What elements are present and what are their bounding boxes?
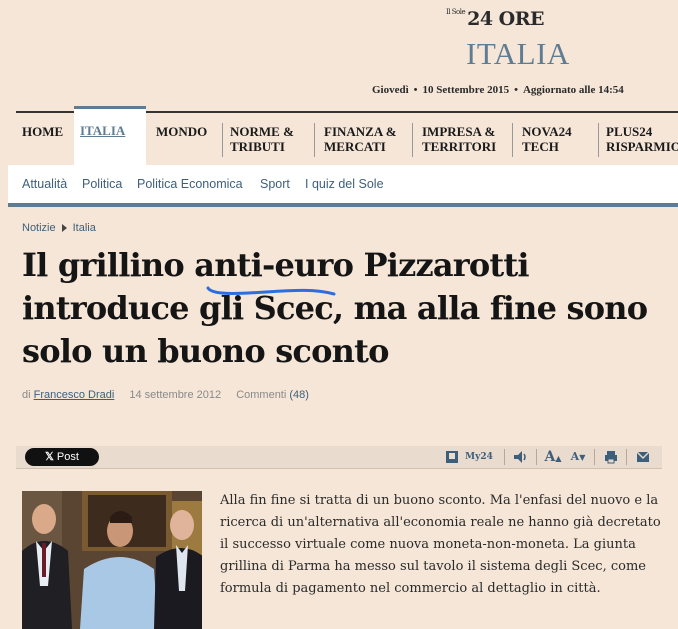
font-decrease-icon[interactable]: A▼ bbox=[568, 448, 588, 466]
nav-item-mondo[interactable]: MONDO bbox=[150, 113, 220, 167]
dateline-separator: • bbox=[514, 84, 518, 96]
nav-divider bbox=[512, 123, 513, 157]
article-photo[interactable] bbox=[22, 491, 202, 629]
toolbar-divider bbox=[504, 449, 505, 465]
nav-label: NORME & TRIBUTI bbox=[230, 124, 294, 154]
breadcrumb-arrow-icon bbox=[61, 224, 67, 233]
toolbar-divider bbox=[594, 449, 595, 465]
article-photo-image bbox=[22, 491, 202, 629]
print-icon[interactable] bbox=[602, 448, 620, 466]
nav-item-norme-tributi[interactable]: NORME & TRIBUTI bbox=[224, 113, 310, 167]
nav-divider bbox=[598, 123, 599, 157]
dateline-date: 10 Settembre 2015 bbox=[422, 84, 510, 96]
nav-item-home[interactable]: HOME bbox=[16, 113, 70, 167]
nav-divider bbox=[412, 123, 413, 157]
subnav-item-politica[interactable]: Politica bbox=[82, 177, 122, 191]
site-logo[interactable]: Il Sole 24 ORE bbox=[446, 8, 545, 30]
toolbar-divider bbox=[626, 449, 627, 465]
font-decrease-label: A bbox=[570, 450, 580, 463]
x-logo-icon: 𝕏 bbox=[45, 451, 54, 463]
nav-item-plus24-risparmio[interactable]: PLUS24 RISPARMIO bbox=[600, 113, 678, 167]
article-headline: Il grillino anti-euro Pizzarotti introdu… bbox=[22, 246, 648, 370]
byline-prefix: di bbox=[22, 389, 31, 401]
dateline: Giovedì • 10 Settembre 2015 • Aggiornato all… bbox=[372, 84, 624, 96]
nav-divider bbox=[314, 123, 315, 157]
nav-label: HOME bbox=[22, 124, 64, 139]
section-title: ITALIA bbox=[466, 36, 570, 71]
nav-label: MONDO bbox=[156, 124, 208, 139]
nav-label: FINANZA & MERCATI bbox=[324, 124, 397, 154]
nav-label: PLUS24 RISPARMIO bbox=[606, 124, 678, 154]
mail-icon[interactable] bbox=[634, 448, 652, 466]
subnav-item-attualita[interactable]: Attualità bbox=[22, 177, 67, 191]
breadcrumb-item-italia[interactable]: Italia bbox=[73, 222, 96, 234]
nav-item-finanza-mercati[interactable]: FINANZA & MERCATI bbox=[318, 113, 408, 167]
dateline-separator: • bbox=[413, 84, 418, 96]
masthead: Il Sole 24 ORE ITALIA Giovedì • 10 Settembr… bbox=[0, 0, 678, 108]
bookmark-icon[interactable] bbox=[444, 448, 460, 466]
x-post-button[interactable]: 𝕏 Post bbox=[25, 448, 99, 466]
logo-text: 24 ORE bbox=[467, 8, 545, 30]
comments-count-link[interactable]: (48) bbox=[289, 389, 309, 401]
nav-item-italia[interactable]: ITALIA bbox=[74, 106, 146, 167]
nav-label: IMPRESA & TERRITORI bbox=[422, 124, 497, 154]
font-increase-label: A bbox=[544, 449, 556, 465]
logo-small-text: Il Sole bbox=[446, 8, 466, 16]
nav-divider bbox=[222, 123, 223, 157]
author-link[interactable]: Francesco Dradi bbox=[34, 389, 115, 401]
breadcrumb: Notizie Italia bbox=[22, 222, 96, 234]
main-nav: HOME ITALIA MONDO NORME & TRIBUTI FINANZ… bbox=[16, 106, 678, 167]
nav-label: ITALIA bbox=[80, 123, 126, 138]
comments-label: Commenti bbox=[236, 389, 287, 401]
x-post-label: Post bbox=[56, 451, 79, 463]
speaker-icon[interactable] bbox=[512, 448, 530, 466]
my24-button[interactable]: My24 bbox=[464, 448, 494, 466]
font-increase-icon[interactable]: A▲ bbox=[542, 448, 564, 466]
subnav-item-sport[interactable]: Sport bbox=[260, 177, 290, 191]
breadcrumb-item-notizie[interactable]: Notizie bbox=[22, 222, 56, 234]
subnav-item-quiz[interactable]: I quiz del Sole bbox=[305, 177, 384, 191]
nav-label: NOVA24 TECH bbox=[522, 124, 572, 154]
article-body: Alla fin fine si tratta di un buono scon… bbox=[220, 493, 661, 596]
toolbar-divider bbox=[536, 449, 537, 465]
handdrawn-underline bbox=[206, 286, 336, 296]
dateline-day: Giovedì bbox=[372, 84, 409, 96]
share-toolbar: 𝕏 Post My24 A▲ A▼ bbox=[16, 446, 662, 469]
nav-item-impresa-territori[interactable]: IMPRESA & TERRITORI bbox=[416, 113, 510, 167]
nav-item-nova24-tech[interactable]: NOVA24 TECH bbox=[516, 113, 594, 167]
subnav-item-politica-economica[interactable]: Politica Economica bbox=[137, 177, 243, 191]
dateline-updated: Aggiornato alle 14:54 bbox=[522, 84, 624, 96]
publish-date: 14 settembre 2012 bbox=[129, 389, 222, 401]
byline: di Francesco Dradi 14 settembre 2012 Com… bbox=[22, 389, 309, 401]
sub-nav: Attualità Politica Politica Economica Sp… bbox=[8, 165, 678, 207]
